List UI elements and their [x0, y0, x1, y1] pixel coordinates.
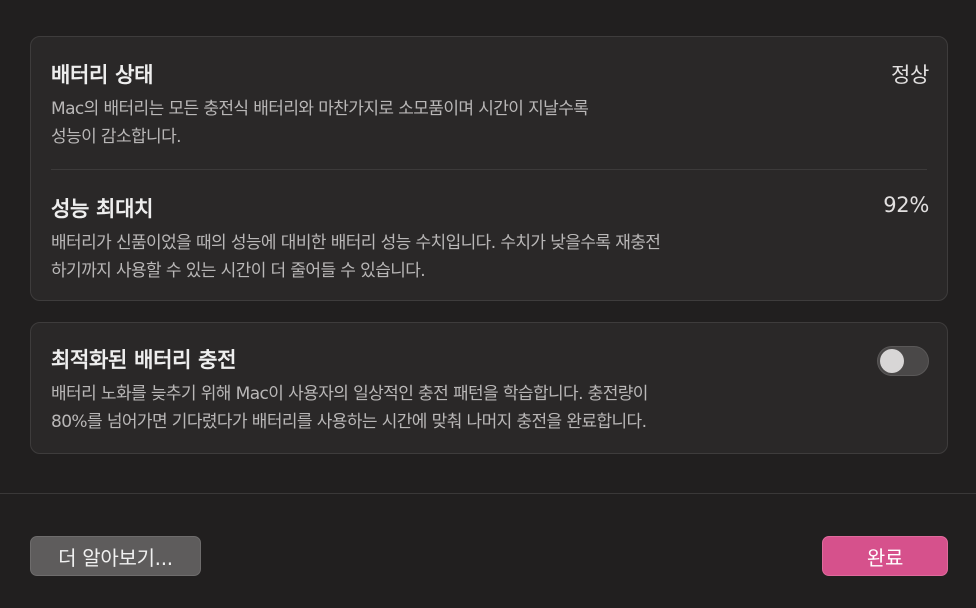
battery-status-description-line-2: 성능이 감소합니다. [51, 127, 182, 147]
max-capacity-row: 성능 최대치 92% 배터리가 신품이었을 때의 성능에 대비한 배터리 성능 … [51, 193, 929, 281]
optimized-charging-title: 최적화된 배터리 충전 [51, 348, 237, 372]
max-capacity-value: 92% [883, 193, 929, 217]
max-capacity-description-line-1: 배터리가 신품이었을 때의 성능에 대비한 배터리 성능 수치입니다. 수치가 … [51, 233, 661, 253]
battery-info-card: 배터리 상태 정상 Mac의 배터리는 모든 충전식 배터리와 마찬가지로 소모… [30, 36, 948, 301]
optimized-charging-toggle[interactable] [877, 346, 929, 376]
max-capacity-description-line-2: 하기까지 사용할 수 있는 시간이 더 줄어들 수 있습니다. [51, 261, 426, 281]
optimized-charging-description-line-1: 배터리 노화를 늦추기 위해 Mac이 사용자의 일상적인 충전 패턴을 학습합… [51, 384, 648, 404]
learn-more-button[interactable]: 더 알아보기... [30, 536, 201, 576]
done-button[interactable]: 완료 [822, 536, 948, 576]
optimized-charging-card: 최적화된 배터리 충전 배터리 노화를 늦추기 위해 Mac이 사용자의 일상적… [30, 322, 948, 454]
battery-status-description: Mac의 배터리는 모든 충전식 배터리와 마찬가지로 소모품이며 시간이 지날… [51, 95, 871, 151]
row-divider [51, 169, 927, 170]
max-capacity-description: 배터리가 신품이었을 때의 성능에 대비한 배터리 성능 수치입니다. 수치가 … [51, 229, 871, 285]
max-capacity-title: 성능 최대치 [51, 197, 154, 221]
optimized-charging-description-line-2: 80%를 넘어가면 기다렸다가 배터리를 사용하는 시간에 맞춰 나머지 충전을… [51, 412, 647, 432]
battery-status-title: 배터리 상태 [51, 63, 154, 87]
optimized-charging-description: 배터리 노화를 늦추기 위해 Mac이 사용자의 일상적인 충전 패턴을 학습합… [51, 380, 871, 436]
battery-status-value: 정상 [890, 63, 929, 87]
toggle-knob [880, 349, 904, 373]
battery-status-description-line-1: Mac의 배터리는 모든 충전식 배터리와 마찬가지로 소모품이며 시간이 지날… [51, 99, 589, 119]
battery-status-row: 배터리 상태 정상 Mac의 배터리는 모든 충전식 배터리와 마찬가지로 소모… [51, 59, 929, 147]
optimized-charging-row: 최적화된 배터리 충전 배터리 노화를 늦추기 위해 Mac이 사용자의 일상적… [51, 344, 929, 432]
footer-divider [0, 493, 976, 494]
